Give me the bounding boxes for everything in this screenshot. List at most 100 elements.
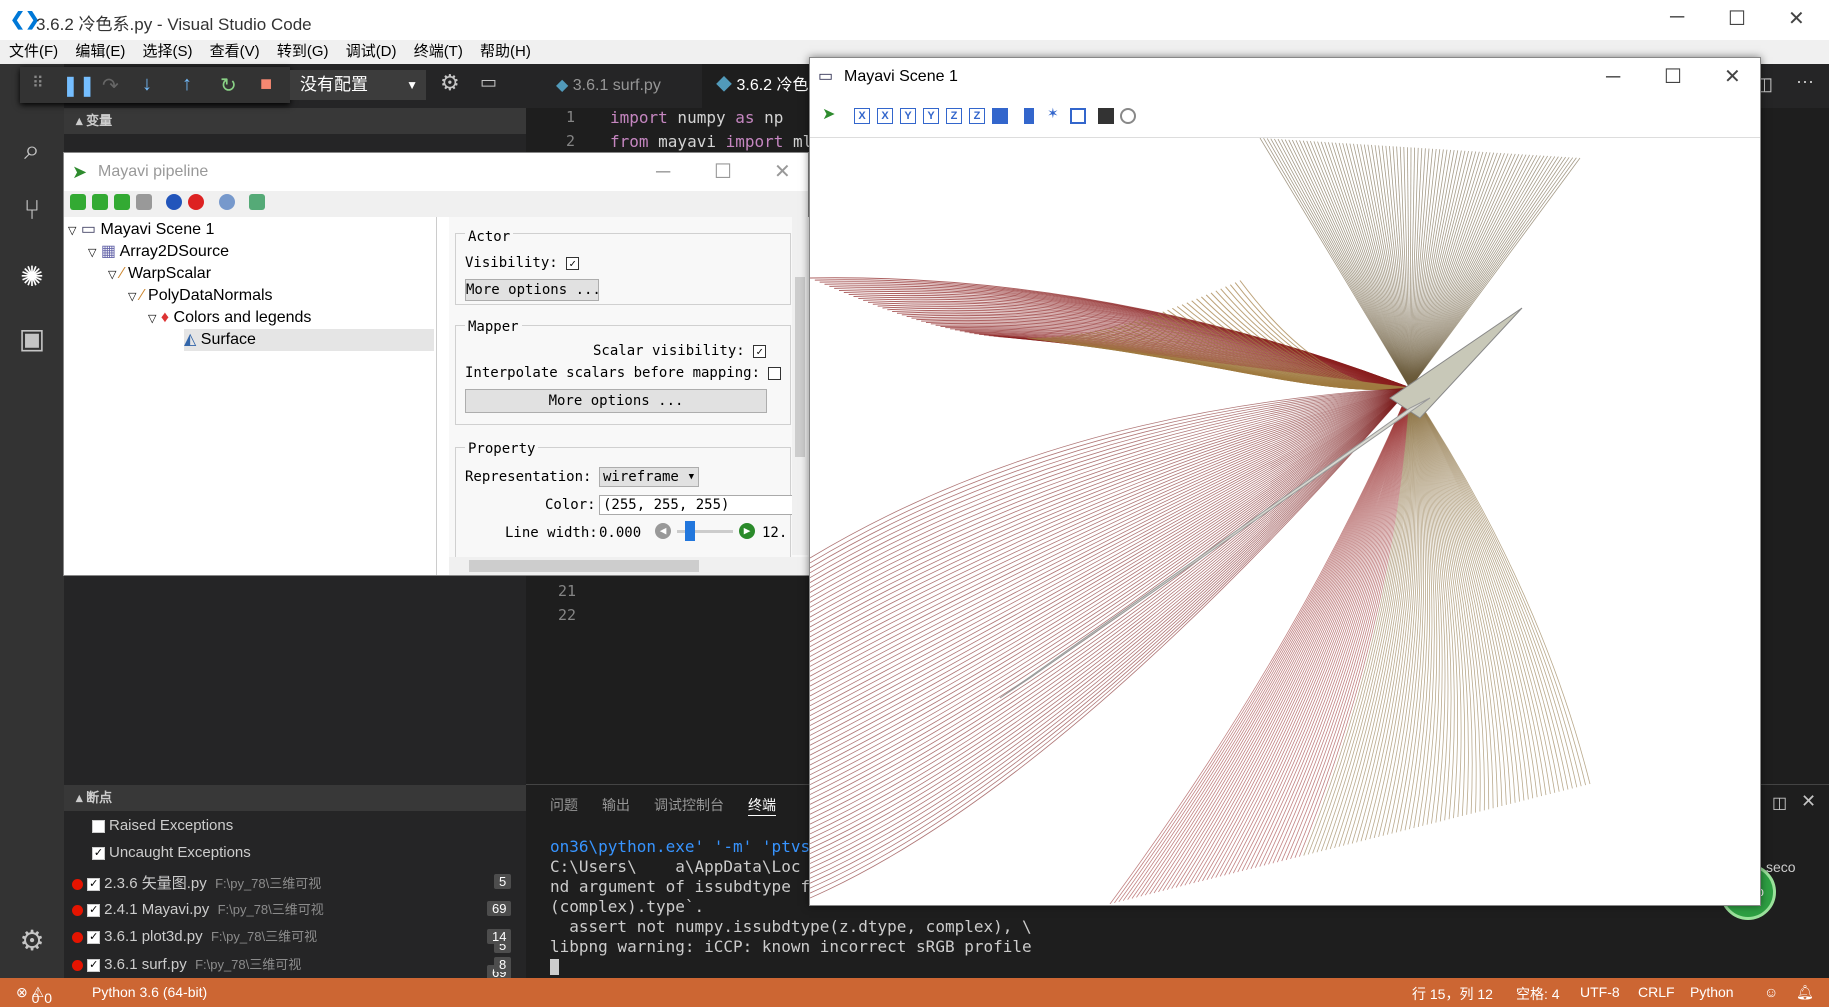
source-control-icon[interactable]: ⑂ bbox=[14, 194, 50, 230]
add-filter-icon[interactable] bbox=[92, 194, 108, 210]
add-module-icon[interactable] bbox=[114, 194, 130, 210]
close-icon[interactable]: ✕ bbox=[1788, 6, 1805, 31]
scene-settings-icon[interactable] bbox=[1120, 108, 1136, 124]
tree-node-colors-legends[interactable]: ▽ ♦ Colors and legends bbox=[148, 307, 311, 329]
visibility-checkbox[interactable]: ✓ bbox=[566, 256, 580, 270]
representation-select[interactable]: wireframe ▼ bbox=[599, 467, 699, 487]
python-interpreter[interactable]: Python 3.6 (64-bit) bbox=[92, 984, 207, 1000]
menu-goto[interactable]: 转到(G) bbox=[277, 40, 329, 64]
checkbox[interactable]: ✓ bbox=[92, 846, 105, 860]
scalar-visibility-checkbox[interactable]: ✓ bbox=[753, 344, 767, 358]
menu-debug[interactable]: 调试(D) bbox=[346, 40, 397, 64]
menu-view[interactable]: 查看(V) bbox=[210, 40, 260, 64]
tab-problems[interactable]: 问题 bbox=[550, 795, 578, 815]
view-z-plus-icon[interactable]: Z bbox=[946, 108, 962, 124]
tree-node-surface[interactable]: ◭ Surface bbox=[184, 329, 434, 351]
close-icon[interactable]: ✕ bbox=[1724, 58, 1741, 96]
cursor-position[interactable]: 行 15，列 12 bbox=[1412, 984, 1493, 1004]
menu-help[interactable]: 帮助(H) bbox=[480, 40, 531, 64]
menu-edit[interactable]: 编辑(E) bbox=[75, 40, 125, 64]
menu-terminal[interactable]: 终端(T) bbox=[414, 40, 463, 64]
checkbox[interactable]: ✓ bbox=[87, 903, 101, 917]
minimize-icon[interactable]: ─ bbox=[1670, 6, 1684, 29]
errors-indicator[interactable]: ⊗ 0 ⚠ 0 bbox=[16, 984, 52, 1006]
tab-debug-console[interactable]: 调试控制台 bbox=[654, 795, 724, 815]
drag-handle-icon[interactable]: ⠿ bbox=[32, 73, 44, 93]
menu-file[interactable]: 文件(F) bbox=[9, 40, 58, 64]
interpolate-checkbox[interactable] bbox=[768, 366, 782, 380]
feedback-smiley-icon[interactable]: ☺ bbox=[1764, 984, 1778, 1000]
search-icon[interactable]: ⌕ bbox=[14, 134, 50, 170]
save-icon[interactable] bbox=[1098, 108, 1114, 124]
maximize-icon[interactable]: ☐ bbox=[714, 153, 732, 191]
bp-file-item[interactable]: ✓ 3.6.1 surf.py F:\py_78\三维可视 bbox=[72, 954, 301, 973]
mayavi-logo-icon[interactable]: ➤ bbox=[822, 104, 838, 123]
close-icon[interactable]: ✕ bbox=[774, 153, 791, 191]
pause-icon[interactable]: ❚❚ bbox=[62, 73, 96, 98]
vertical-scrollbar[interactable] bbox=[792, 217, 808, 555]
maximize-icon[interactable]: ☐ bbox=[1728, 6, 1746, 31]
notifications-bell-icon[interactable]: 🔔︎ bbox=[1796, 984, 1814, 1001]
decrease-icon[interactable]: ◀ bbox=[655, 523, 671, 539]
view-x-plus-icon[interactable]: X bbox=[854, 108, 870, 124]
settings-icon[interactable] bbox=[219, 194, 235, 210]
checkbox[interactable] bbox=[92, 819, 105, 833]
mapper-more-options-button[interactable]: More options ... bbox=[465, 389, 767, 413]
debug-icon[interactable]: ✺ bbox=[14, 260, 50, 296]
color-input[interactable]: (255, 255, 255) bbox=[599, 495, 799, 515]
tab-output[interactable]: 输出 bbox=[602, 795, 630, 815]
add-source-icon[interactable] bbox=[70, 194, 86, 210]
checkbox[interactable]: ✓ bbox=[87, 958, 101, 972]
maximize-icon[interactable]: ☐ bbox=[1664, 58, 1682, 96]
breakpoints-header[interactable]: ▴ 断点 bbox=[64, 785, 526, 811]
isometric-view-icon[interactable] bbox=[992, 108, 1008, 124]
extensions-icon[interactable]: ▣ bbox=[14, 322, 50, 358]
fullscreen-icon[interactable] bbox=[1070, 108, 1086, 124]
line-width-slider-thumb[interactable] bbox=[685, 521, 695, 541]
stop-icon[interactable]: ■ bbox=[260, 73, 272, 96]
scrollbar-thumb[interactable] bbox=[795, 277, 805, 457]
debug-settings-gear-icon[interactable]: ⚙ bbox=[440, 70, 460, 96]
actor-more-options-button[interactable]: More options ... bbox=[465, 279, 601, 301]
step-into-icon[interactable]: ↓ bbox=[142, 73, 152, 96]
view-z-minus-icon[interactable]: Z bbox=[969, 108, 985, 124]
close-panel-icon[interactable]: ✕ bbox=[1801, 791, 1816, 812]
minimize-icon[interactable]: ─ bbox=[1606, 58, 1620, 96]
tab-surf[interactable]: ◆ 3.6.1 surf.py bbox=[542, 64, 702, 108]
parallel-projection-icon[interactable] bbox=[1024, 108, 1034, 124]
settings-gear-icon[interactable]: ⚙ bbox=[14, 924, 50, 960]
axes-icon[interactable]: ✶ bbox=[1047, 105, 1063, 121]
encoding[interactable]: UTF-8 bbox=[1580, 984, 1620, 1000]
variables-header[interactable]: ▴ 变量 bbox=[64, 108, 526, 134]
view-x-minus-icon[interactable]: X bbox=[877, 108, 893, 124]
refresh-icon[interactable] bbox=[249, 194, 265, 210]
view-y-minus-icon[interactable]: Y bbox=[923, 108, 939, 124]
tree-node-polydatanormals[interactable]: ▽ ⁄ PolyDataNormals bbox=[128, 285, 273, 307]
record-icon[interactable] bbox=[188, 194, 204, 210]
increase-icon[interactable]: ▶ bbox=[739, 523, 755, 539]
line-width-value[interactable]: 0.000 bbox=[599, 525, 641, 541]
restart-icon[interactable]: ↻ bbox=[220, 73, 237, 98]
more-actions-icon[interactable]: ⋯ bbox=[1796, 72, 1814, 93]
view-y-plus-icon[interactable]: Y bbox=[900, 108, 916, 124]
tool-icon[interactable] bbox=[136, 194, 152, 210]
step-out-icon[interactable]: ↑ bbox=[182, 73, 192, 96]
bp-raised-exceptions[interactable]: Raised Exceptions bbox=[92, 817, 233, 834]
menu-selection[interactable]: 选择(S) bbox=[143, 40, 193, 64]
indentation[interactable]: 空格: 4 bbox=[1516, 984, 1560, 1004]
bp-file-item[interactable]: ✓ 2.4.1 Mayavi.py F:\py_78\三维可视 bbox=[72, 899, 324, 918]
minimize-icon[interactable]: ─ bbox=[656, 153, 670, 191]
language-mode[interactable]: Python bbox=[1690, 984, 1734, 1000]
bp-uncaught-exceptions[interactable]: ✓ Uncaught Exceptions bbox=[92, 844, 251, 861]
tree-node-array2dsource[interactable]: ▽ ▦ Array2DSource bbox=[88, 241, 229, 263]
step-over-icon[interactable]: ↷ bbox=[102, 73, 119, 98]
checkbox[interactable]: ✓ bbox=[87, 877, 101, 891]
maximize-panel-icon[interactable]: ◫ bbox=[1772, 793, 1787, 813]
surface-render-canvas[interactable] bbox=[810, 138, 1760, 904]
bp-file-item[interactable]: ✓ 3.6.1 plot3d.py F:\py_78\三维可视 bbox=[72, 926, 317, 945]
scrollbar-thumb[interactable] bbox=[469, 560, 699, 572]
bp-file-item[interactable]: ✓ 2.3.6 矢量图.py F:\py_78\三维可视 bbox=[72, 872, 321, 893]
tree-node-warpscalar[interactable]: ▽ ⁄ WarpScalar bbox=[108, 263, 211, 285]
help-icon[interactable] bbox=[166, 194, 182, 210]
debug-config-select[interactable]: 没有配置 ▼ bbox=[290, 70, 426, 100]
